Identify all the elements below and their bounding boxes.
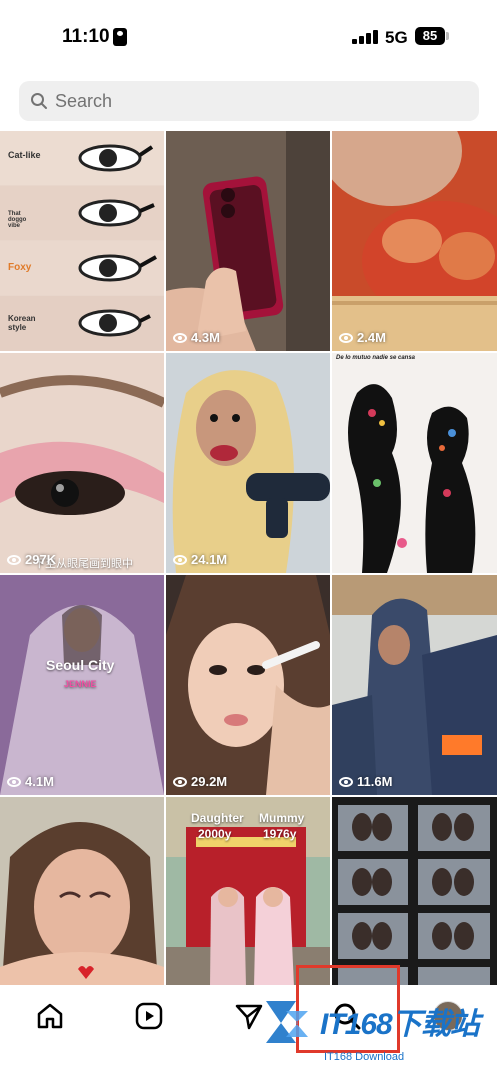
grid-tile-daughter-mummy[interactable]: Daughter 2000y Mummy 1976y	[166, 797, 330, 1017]
makeup-label-1: Cat-like	[8, 150, 41, 160]
status-bar: 11:10 5G 85	[0, 0, 497, 72]
makeup-label-3: Foxy	[8, 262, 32, 273]
photo-strips-thumbnail	[332, 797, 497, 1017]
eye-icon	[339, 776, 353, 787]
grid-tile-seoul-city[interactable]: Seoul City JENNIE 4.1M	[0, 575, 164, 795]
battery-tip	[446, 32, 449, 40]
home-icon[interactable]	[35, 1001, 65, 1031]
silhouette-thumbnail	[332, 353, 497, 573]
grid-tile-silhouette[interactable]: De lo mutuo nadie se cansa	[332, 353, 497, 573]
caption-text: De lo mutuo nadie se cansa	[336, 355, 416, 361]
cellular-signal-icon	[352, 30, 378, 44]
view-count: 2.4M	[339, 330, 386, 345]
reel-title: Seoul City	[46, 657, 115, 673]
battery-icon: 85	[415, 27, 445, 45]
grid-tile-photo-strips[interactable]	[332, 797, 497, 1017]
view-count: 297K	[7, 552, 56, 567]
id-card-icon	[113, 28, 127, 46]
eye-icon	[7, 776, 21, 787]
search-placeholder: Search	[55, 91, 113, 111]
pink-eyeshadow-thumbnail	[0, 353, 164, 573]
monkey-thumbnail	[166, 353, 330, 573]
grid-tile-hijab[interactable]: 11.6M	[332, 575, 497, 795]
daughter-mummy-thumbnail	[166, 797, 330, 1017]
bottom-navigation	[0, 985, 497, 1080]
status-time: 11:10	[62, 26, 110, 47]
grid-tile-makeup-artist[interactable]: 29.2M	[166, 575, 330, 795]
hijab-thumbnail	[332, 575, 497, 795]
view-count: 4.3M	[173, 330, 220, 345]
eye-icon	[7, 554, 21, 565]
eye-icon	[173, 776, 187, 787]
eye-icon	[173, 332, 187, 343]
makeup-label-2: That doggo vibe	[8, 211, 27, 229]
grid-tile-monkey[interactable]: 24.1M	[166, 353, 330, 573]
avatar[interactable]	[433, 1001, 463, 1031]
crying-girl-thumbnail	[0, 797, 164, 1017]
right-label: Mummy	[259, 811, 305, 825]
network-type: 5G	[385, 28, 408, 47]
food-thumbnail	[332, 131, 497, 351]
red-phone-thumbnail	[166, 131, 330, 351]
grid-tile-crying-girl[interactable]	[0, 797, 164, 1017]
view-count: 11.6M	[339, 774, 392, 789]
makeup-label-4: Korean style	[8, 314, 36, 332]
left-year: 2000y	[198, 827, 232, 841]
search-nav-icon[interactable]	[332, 1001, 362, 1031]
send-icon[interactable]	[234, 1001, 264, 1031]
eye-icon	[339, 332, 353, 343]
grid-tile-red-phone[interactable]: 4.3M	[166, 131, 330, 351]
left-label: Daughter	[191, 811, 244, 825]
grid-tile-food[interactable]: 2.4M	[332, 131, 497, 351]
makeup-artist-thumbnail	[166, 575, 330, 795]
eye-icon	[173, 554, 187, 565]
reel-subtitle: JENNIE	[64, 679, 97, 689]
grid-tile-makeup-eyes[interactable]: Cat-like That doggo vibe Foxy Korean sty…	[0, 131, 164, 351]
search-input[interactable]: Search	[19, 81, 479, 121]
view-count: 4.1M	[7, 774, 54, 789]
view-count: 29.2M	[173, 774, 227, 789]
right-year: 1976y	[263, 827, 297, 841]
search-icon	[31, 93, 47, 109]
view-count: 24.1M	[173, 552, 227, 567]
reels-icon[interactable]	[134, 1001, 164, 1031]
grid-tile-pink-eyeshadow[interactable]: 下至从眼尾画到眼中 297K	[0, 353, 164, 573]
